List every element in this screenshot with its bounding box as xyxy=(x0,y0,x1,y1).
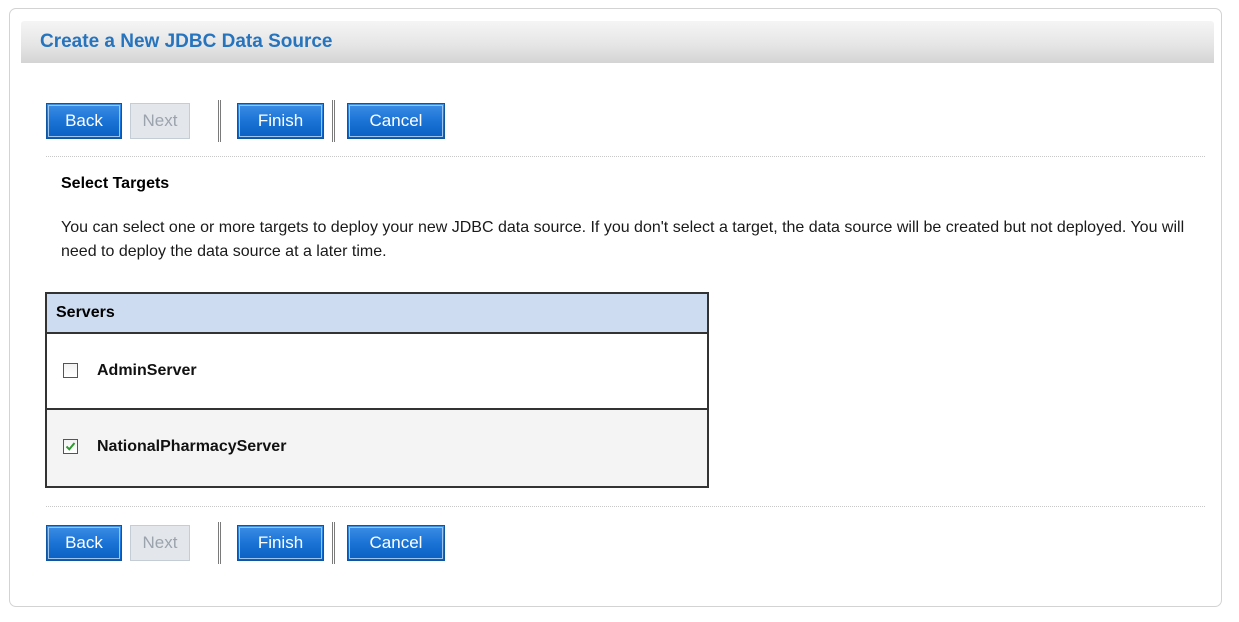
cancel-button[interactable]: Cancel xyxy=(347,103,445,139)
nationalpharmacyserver-checkbox[interactable] xyxy=(63,439,78,454)
divider xyxy=(46,506,1205,507)
back-button[interactable]: Back xyxy=(46,103,122,139)
toolbar-top: Back Next Finish Cancel xyxy=(46,100,466,142)
section-description: You can select one or more targets to de… xyxy=(61,219,1185,260)
next-button[interactable]: Next xyxy=(130,525,190,561)
panel-header: Create a New JDBC Data Source xyxy=(21,21,1214,63)
checkmark-icon xyxy=(65,442,76,451)
cancel-button[interactable]: Cancel xyxy=(347,525,445,561)
finish-button[interactable]: Finish xyxy=(237,525,324,561)
server-name: NationalPharmacyServer xyxy=(97,438,287,455)
server-name: AdminServer xyxy=(97,362,197,379)
toolbar-separator xyxy=(218,100,221,142)
section-title: Select Targets xyxy=(61,175,170,192)
toolbar-separator xyxy=(218,522,221,564)
server-row-nationalpharmacyserver: NationalPharmacyServer xyxy=(47,410,707,486)
divider xyxy=(46,156,1205,157)
toolbar-bottom: Back Next Finish Cancel xyxy=(46,522,466,564)
servers-table: Servers AdminServer NationalPharmacyServ… xyxy=(45,292,709,488)
server-row-adminserver: AdminServer xyxy=(47,334,707,410)
servers-column-header: Servers xyxy=(56,304,115,321)
toolbar-separator xyxy=(332,522,335,564)
back-button[interactable]: Back xyxy=(46,525,122,561)
page-title: Create a New JDBC Data Source xyxy=(40,31,333,52)
servers-table-header: Servers xyxy=(47,294,707,334)
finish-button[interactable]: Finish xyxy=(237,103,324,139)
adminserver-checkbox[interactable] xyxy=(63,363,78,378)
next-button[interactable]: Next xyxy=(130,103,190,139)
toolbar-separator xyxy=(332,100,335,142)
